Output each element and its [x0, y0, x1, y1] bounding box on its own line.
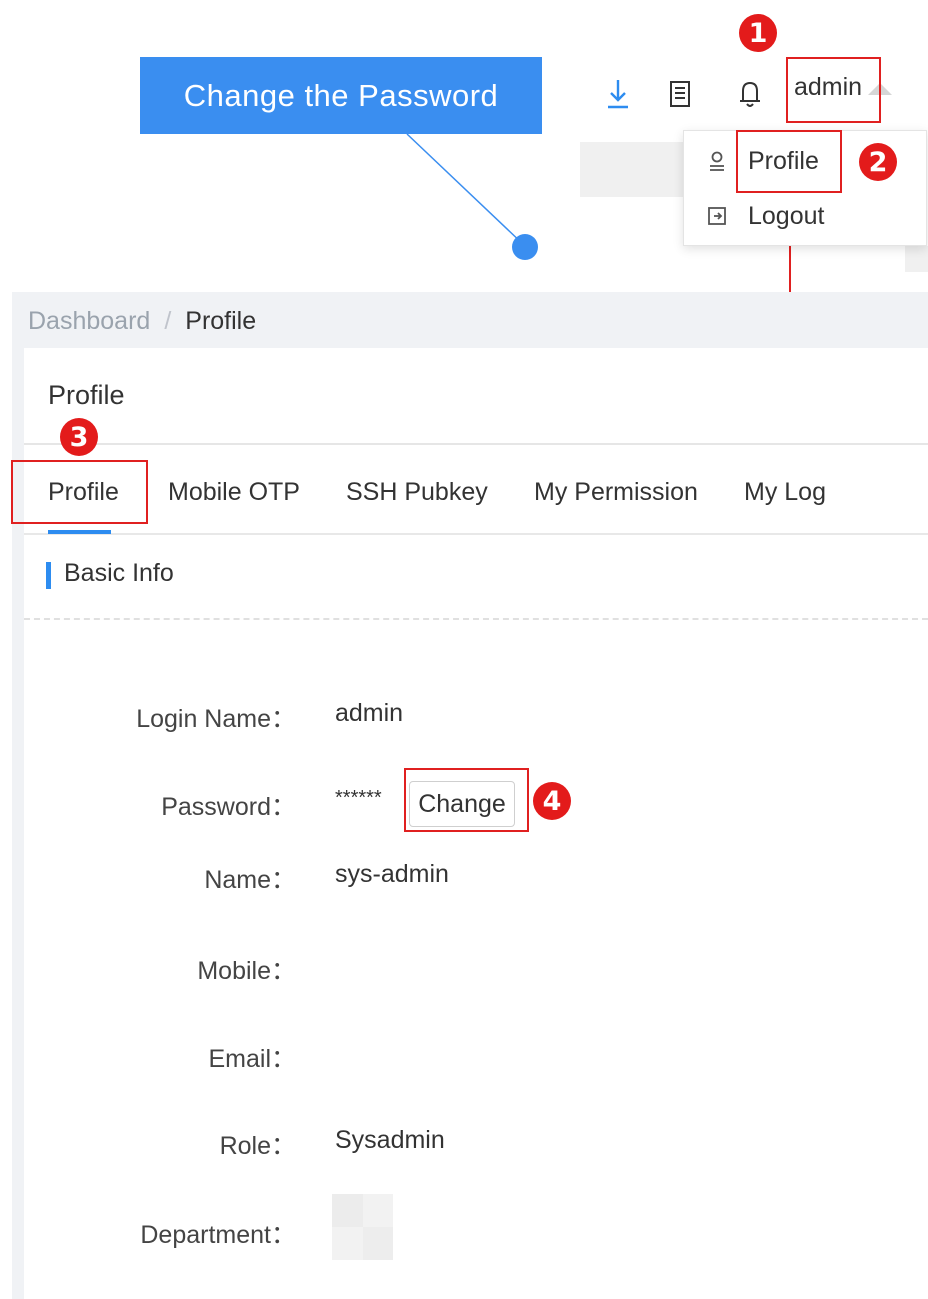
callout-banner: Change the Password [140, 57, 542, 134]
role-value: Sysadmin [335, 1126, 445, 1154]
department-label: Department： [140, 1221, 296, 1249]
user-icon [706, 150, 728, 172]
annotation-box-profile-item [736, 130, 842, 193]
dropdown-item-label: Logout [748, 201, 825, 230]
callout-line [406, 133, 526, 247]
annotation-box-profile-tab [11, 460, 148, 524]
tab-my-permission[interactable]: My Permission [534, 476, 698, 508]
breadcrumb-separator: / [164, 306, 172, 335]
card-title-divider [24, 443, 928, 445]
password-value: ****** [335, 787, 382, 809]
breadcrumb: Dashboard / Profile [28, 305, 256, 337]
tab-active-indicator [48, 530, 111, 534]
bell-icon[interactable] [734, 74, 766, 114]
tabs-divider [24, 533, 928, 535]
card-title: Profile [48, 380, 125, 410]
login-name-label: Login Name： [136, 705, 296, 733]
dropdown-item-logout[interactable]: Logout [684, 191, 926, 241]
header-shade [580, 142, 684, 197]
breadcrumb-current: Profile [185, 306, 257, 335]
mobile-label: Mobile： [197, 957, 296, 985]
role-label: Role： [219, 1132, 296, 1160]
download-icon[interactable] [602, 74, 634, 114]
login-name-value: admin [335, 699, 404, 727]
callout-text: Change the Password [183, 77, 499, 113]
tab-mobile-otp[interactable]: Mobile OTP [168, 476, 300, 508]
header-shade-edge [905, 246, 928, 272]
department-value-blurred [332, 1194, 393, 1260]
section-divider [24, 618, 928, 620]
annotation-badge-2: 2 [859, 143, 897, 181]
annotation-badge-4: 4 [533, 782, 571, 820]
callout-dot [512, 234, 538, 260]
name-label: Name： [204, 866, 296, 894]
annotation-box-change-button [404, 768, 529, 832]
breadcrumb-home[interactable]: Dashboard [28, 307, 150, 336]
section-accent-bar [46, 562, 51, 589]
name-value: sys-admin [335, 860, 449, 888]
section-title: Basic Info [64, 559, 174, 587]
tab-ssh-pubkey[interactable]: SSH Pubkey [346, 476, 488, 508]
logout-icon [706, 206, 728, 226]
annotation-box-user-menu [786, 57, 881, 123]
annotation-badge-1: 1 [739, 14, 777, 52]
tab-my-log[interactable]: My Log [744, 476, 826, 508]
password-label: Password： [161, 793, 296, 821]
annotation-badge-3: 3 [60, 418, 98, 456]
document-icon[interactable] [664, 74, 696, 114]
email-label: Email： [208, 1045, 296, 1073]
